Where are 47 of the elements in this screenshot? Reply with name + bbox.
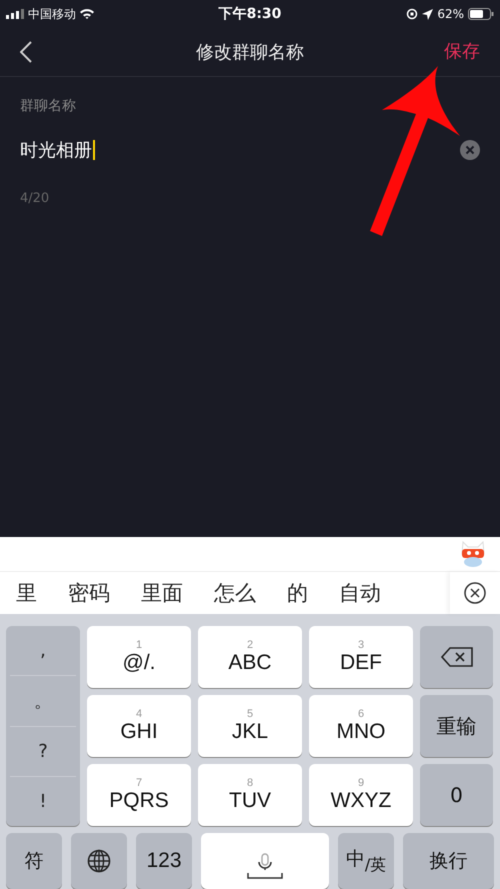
keyboard-key[interactable]: 123 — [136, 833, 192, 889]
mascot-icon[interactable] — [460, 540, 486, 568]
keyboard-key[interactable]: 重输 — [420, 695, 493, 757]
candidate-word[interactable]: 密码 — [68, 579, 110, 607]
page-title: 修改群聊名称 — [196, 41, 304, 64]
punctuation-key[interactable]: 。 — [10, 676, 76, 726]
candidate-word[interactable]: 里面 — [141, 579, 183, 607]
keyboard-key[interactable]: 换行 — [403, 833, 494, 889]
globe-key[interactable] — [71, 833, 127, 889]
candidate-word[interactable]: 的 — [287, 579, 308, 607]
letter-key[interactable]: 1 @/. — [87, 626, 191, 688]
letter-key[interactable]: 3 DEF — [309, 626, 413, 688]
carrier-name: 中国移动 — [28, 6, 76, 22]
battery-percent: 62% — [437, 7, 464, 21]
save-button[interactable]: 保存 — [444, 39, 480, 63]
rotation-lock-icon — [406, 8, 418, 20]
letter-key[interactable]: 5 JKL — [198, 695, 302, 757]
battery-icon — [468, 8, 494, 20]
keyboard-key[interactable]: 符 — [6, 833, 62, 889]
character-counter: 4/20 — [20, 191, 50, 206]
letter-key[interactable]: 7 PQRS — [87, 764, 191, 826]
globe-icon — [87, 849, 111, 873]
candidate-word[interactable]: 里 — [16, 579, 37, 607]
back-icon[interactable] — [20, 41, 32, 63]
letter-key[interactable]: 2 ABC — [198, 626, 302, 688]
punctuation-key[interactable]: ! — [10, 776, 76, 826]
candidate-word[interactable]: 自动 — [339, 579, 381, 607]
wifi-icon — [80, 9, 94, 19]
clear-icon[interactable] — [460, 140, 480, 160]
microphone-icon — [247, 853, 283, 879]
close-icon[interactable] — [464, 582, 486, 604]
status-time: 下午8:30 — [218, 5, 282, 23]
keyboard-key[interactable]: 中$_{/英}$ — [338, 833, 394, 889]
location-icon — [422, 8, 434, 20]
letter-key[interactable]: 4 GHI — [87, 695, 191, 757]
signal-icon — [6, 9, 24, 19]
delete-key[interactable] — [420, 626, 493, 688]
keyboard-key[interactable]: 0 — [420, 764, 493, 826]
punctuation-key[interactable]: , — [10, 626, 76, 676]
candidate-word[interactable]: 怎么 — [214, 579, 256, 607]
punctuation-key[interactable]: ? — [10, 726, 76, 777]
backspace-icon — [440, 647, 472, 667]
letter-key[interactable]: 8 TUV — [198, 764, 302, 826]
letter-key[interactable]: 6 MNO — [309, 695, 413, 757]
group-name-field[interactable]: 时光相册 — [20, 137, 480, 163]
field-label: 群聊名称 — [20, 97, 77, 115]
letter-key[interactable]: 9 WXYZ — [309, 764, 413, 826]
